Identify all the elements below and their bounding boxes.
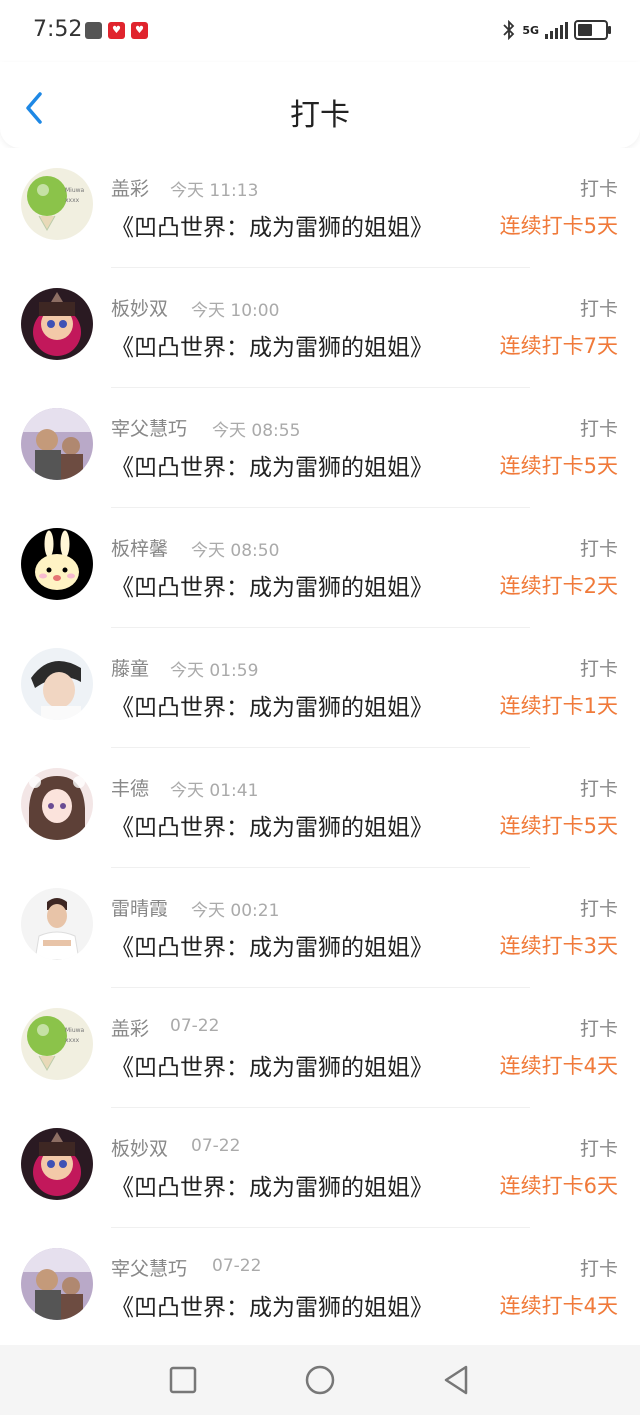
streak-label: 连续打卡3天	[499, 934, 618, 958]
book-title[interactable]: 《凹凸世界：成为雷狮的姐姐》	[111, 1288, 433, 1322]
page-title: 打卡	[290, 98, 350, 133]
list-item[interactable]: Miuwa xxxx 盖彩 今天 11:13 《凹凸世界：成为雷狮的姐姐》 打卡 …	[0, 148, 640, 268]
post-time: 今天 08:50	[191, 541, 280, 561]
man-avatar[interactable]	[21, 888, 93, 960]
list-item[interactable]: 丰德 今天 01:41 《凹凸世界：成为雷狮的姐姐》 打卡 连续打卡5天	[0, 748, 640, 868]
boy-avatar[interactable]	[21, 648, 93, 720]
list-item[interactable]: 藤童 今天 01:59 《凹凸世界：成为雷狮的姐姐》 打卡 连续打卡1天	[0, 628, 640, 748]
header: 打卡	[0, 62, 640, 148]
back-nav-button[interactable]	[440, 1363, 474, 1397]
streak-label: 连续打卡6天	[499, 1174, 618, 1198]
list-item[interactable]: 宰父慧巧 今天 08:55 《凹凸世界：成为雷狮的姐姐》 打卡 连续打卡5天	[0, 388, 640, 508]
user-name[interactable]: 藤童	[111, 654, 149, 681]
list-item[interactable]: 板梓馨 今天 08:50 《凹凸世界：成为雷狮的姐姐》 打卡 连续打卡2天	[0, 508, 640, 628]
svg-text:xxxx: xxxx	[65, 197, 80, 204]
action-label: 打卡	[579, 298, 618, 320]
home-button[interactable]	[303, 1363, 337, 1397]
notification-red-icon: ♥	[131, 22, 148, 39]
photo-avatar[interactable]	[21, 408, 93, 480]
status-right: 5G	[502, 20, 611, 40]
list-item[interactable]: 宰父慧巧 07-22 《凹凸世界：成为雷狮的姐姐》 打卡 连续打卡4天	[0, 1228, 640, 1348]
post-time: 今天 08:55	[212, 421, 301, 441]
book-title[interactable]: 《凹凸世界：成为雷狮的姐姐》	[111, 208, 433, 242]
checkin-list: Miuwa xxxx 盖彩 今天 11:13 《凹凸世界：成为雷狮的姐姐》 打卡 …	[0, 148, 640, 1348]
streak-label: 连续打卡4天	[499, 1054, 618, 1078]
post-time: 07-22	[170, 1016, 220, 1036]
status-time: 7:52	[33, 17, 83, 42]
user-name[interactable]: 雷晴霞	[111, 894, 168, 921]
streak-label: 连续打卡5天	[499, 214, 618, 238]
photo-avatar[interactable]	[21, 1248, 93, 1320]
lime-avatar[interactable]: Miuwa xxxx	[21, 168, 93, 240]
streak-label: 连续打卡5天	[499, 454, 618, 478]
doll-avatar[interactable]	[21, 768, 93, 840]
system-nav-bar	[0, 1345, 640, 1415]
user-name[interactable]: 宰父慧巧	[111, 1254, 187, 1281]
network-label: 5G	[522, 23, 539, 37]
square-icon	[169, 1366, 197, 1394]
bluetooth-icon	[503, 20, 515, 40]
post-time: 今天 11:13	[170, 181, 259, 201]
battery-icon	[574, 20, 611, 40]
book-title[interactable]: 《凹凸世界：成为雷狮的姐姐》	[111, 448, 433, 482]
post-time: 07-22	[212, 1256, 262, 1276]
list-item[interactable]: 板妙双 今天 10:00 《凹凸世界：成为雷狮的姐姐》 打卡 连续打卡7天	[0, 268, 640, 388]
action-label: 打卡	[579, 1138, 618, 1160]
streak-label: 连续打卡7天	[499, 334, 618, 358]
svg-text:Miuwa: Miuwa	[65, 1027, 85, 1034]
user-name[interactable]: 盖彩	[111, 1014, 149, 1041]
book-title[interactable]: 《凹凸世界：成为雷狮的姐姐》	[111, 328, 433, 362]
book-title[interactable]: 《凹凸世界：成为雷狮的姐姐》	[111, 928, 433, 962]
user-name[interactable]: 板妙双	[111, 1134, 168, 1161]
notification-red-icon: ♥	[108, 22, 125, 39]
user-name[interactable]: 板梓馨	[111, 534, 168, 561]
action-label: 打卡	[579, 1018, 618, 1040]
notification-icons: ♥ ♥	[85, 22, 148, 39]
post-time: 07-22	[191, 1136, 241, 1156]
circle-icon	[305, 1365, 335, 1395]
user-name[interactable]: 板妙双	[111, 294, 168, 321]
lime-avatar[interactable]: Miuwa xxxx	[21, 1008, 93, 1080]
triangle-back-icon	[444, 1365, 468, 1395]
post-time: 今天 01:59	[170, 661, 259, 681]
bunny-avatar[interactable]	[21, 528, 93, 600]
streak-label: 连续打卡2天	[499, 574, 618, 598]
book-title[interactable]: 《凹凸世界：成为雷狮的姐姐》	[111, 1048, 433, 1082]
svg-text:xxxx: xxxx	[65, 1037, 80, 1044]
streak-label: 连续打卡5天	[499, 814, 618, 838]
action-label: 打卡	[579, 538, 618, 560]
action-label: 打卡	[579, 418, 618, 440]
post-time: 今天 00:21	[191, 901, 280, 921]
status-bar: 7:52 ♥ ♥ 5G	[0, 0, 640, 62]
list-item[interactable]: 板妙双 07-22 《凹凸世界：成为雷狮的姐姐》 打卡 连续打卡6天	[0, 1108, 640, 1228]
user-name[interactable]: 宰父慧巧	[111, 414, 187, 441]
action-label: 打卡	[579, 658, 618, 680]
action-label: 打卡	[579, 178, 618, 200]
anime-red-avatar[interactable]	[21, 288, 93, 360]
signal-icon	[545, 21, 568, 39]
user-name[interactable]: 盖彩	[111, 174, 149, 201]
streak-label: 连续打卡1天	[499, 694, 618, 718]
recent-apps-button[interactable]	[166, 1363, 200, 1397]
list-item[interactable]: Miuwa xxxx 盖彩 07-22 《凹凸世界：成为雷狮的姐姐》 打卡 连续打…	[0, 988, 640, 1108]
book-title[interactable]: 《凹凸世界：成为雷狮的姐姐》	[111, 808, 433, 842]
user-name[interactable]: 丰德	[111, 774, 149, 801]
notification-gray-icon	[85, 22, 102, 39]
post-time: 今天 01:41	[170, 781, 259, 801]
action-label: 打卡	[579, 1258, 618, 1280]
book-title[interactable]: 《凹凸世界：成为雷狮的姐姐》	[111, 1168, 433, 1202]
post-time: 今天 10:00	[191, 301, 280, 321]
svg-text:Miuwa: Miuwa	[65, 187, 85, 194]
anime-red-avatar[interactable]	[21, 1128, 93, 1200]
list-item[interactable]: 雷晴霞 今天 00:21 《凹凸世界：成为雷狮的姐姐》 打卡 连续打卡3天	[0, 868, 640, 988]
book-title[interactable]: 《凹凸世界：成为雷狮的姐姐》	[111, 688, 433, 722]
action-label: 打卡	[579, 898, 618, 920]
book-title[interactable]: 《凹凸世界：成为雷狮的姐姐》	[111, 568, 433, 602]
streak-label: 连续打卡4天	[499, 1294, 618, 1318]
action-label: 打卡	[579, 778, 618, 800]
